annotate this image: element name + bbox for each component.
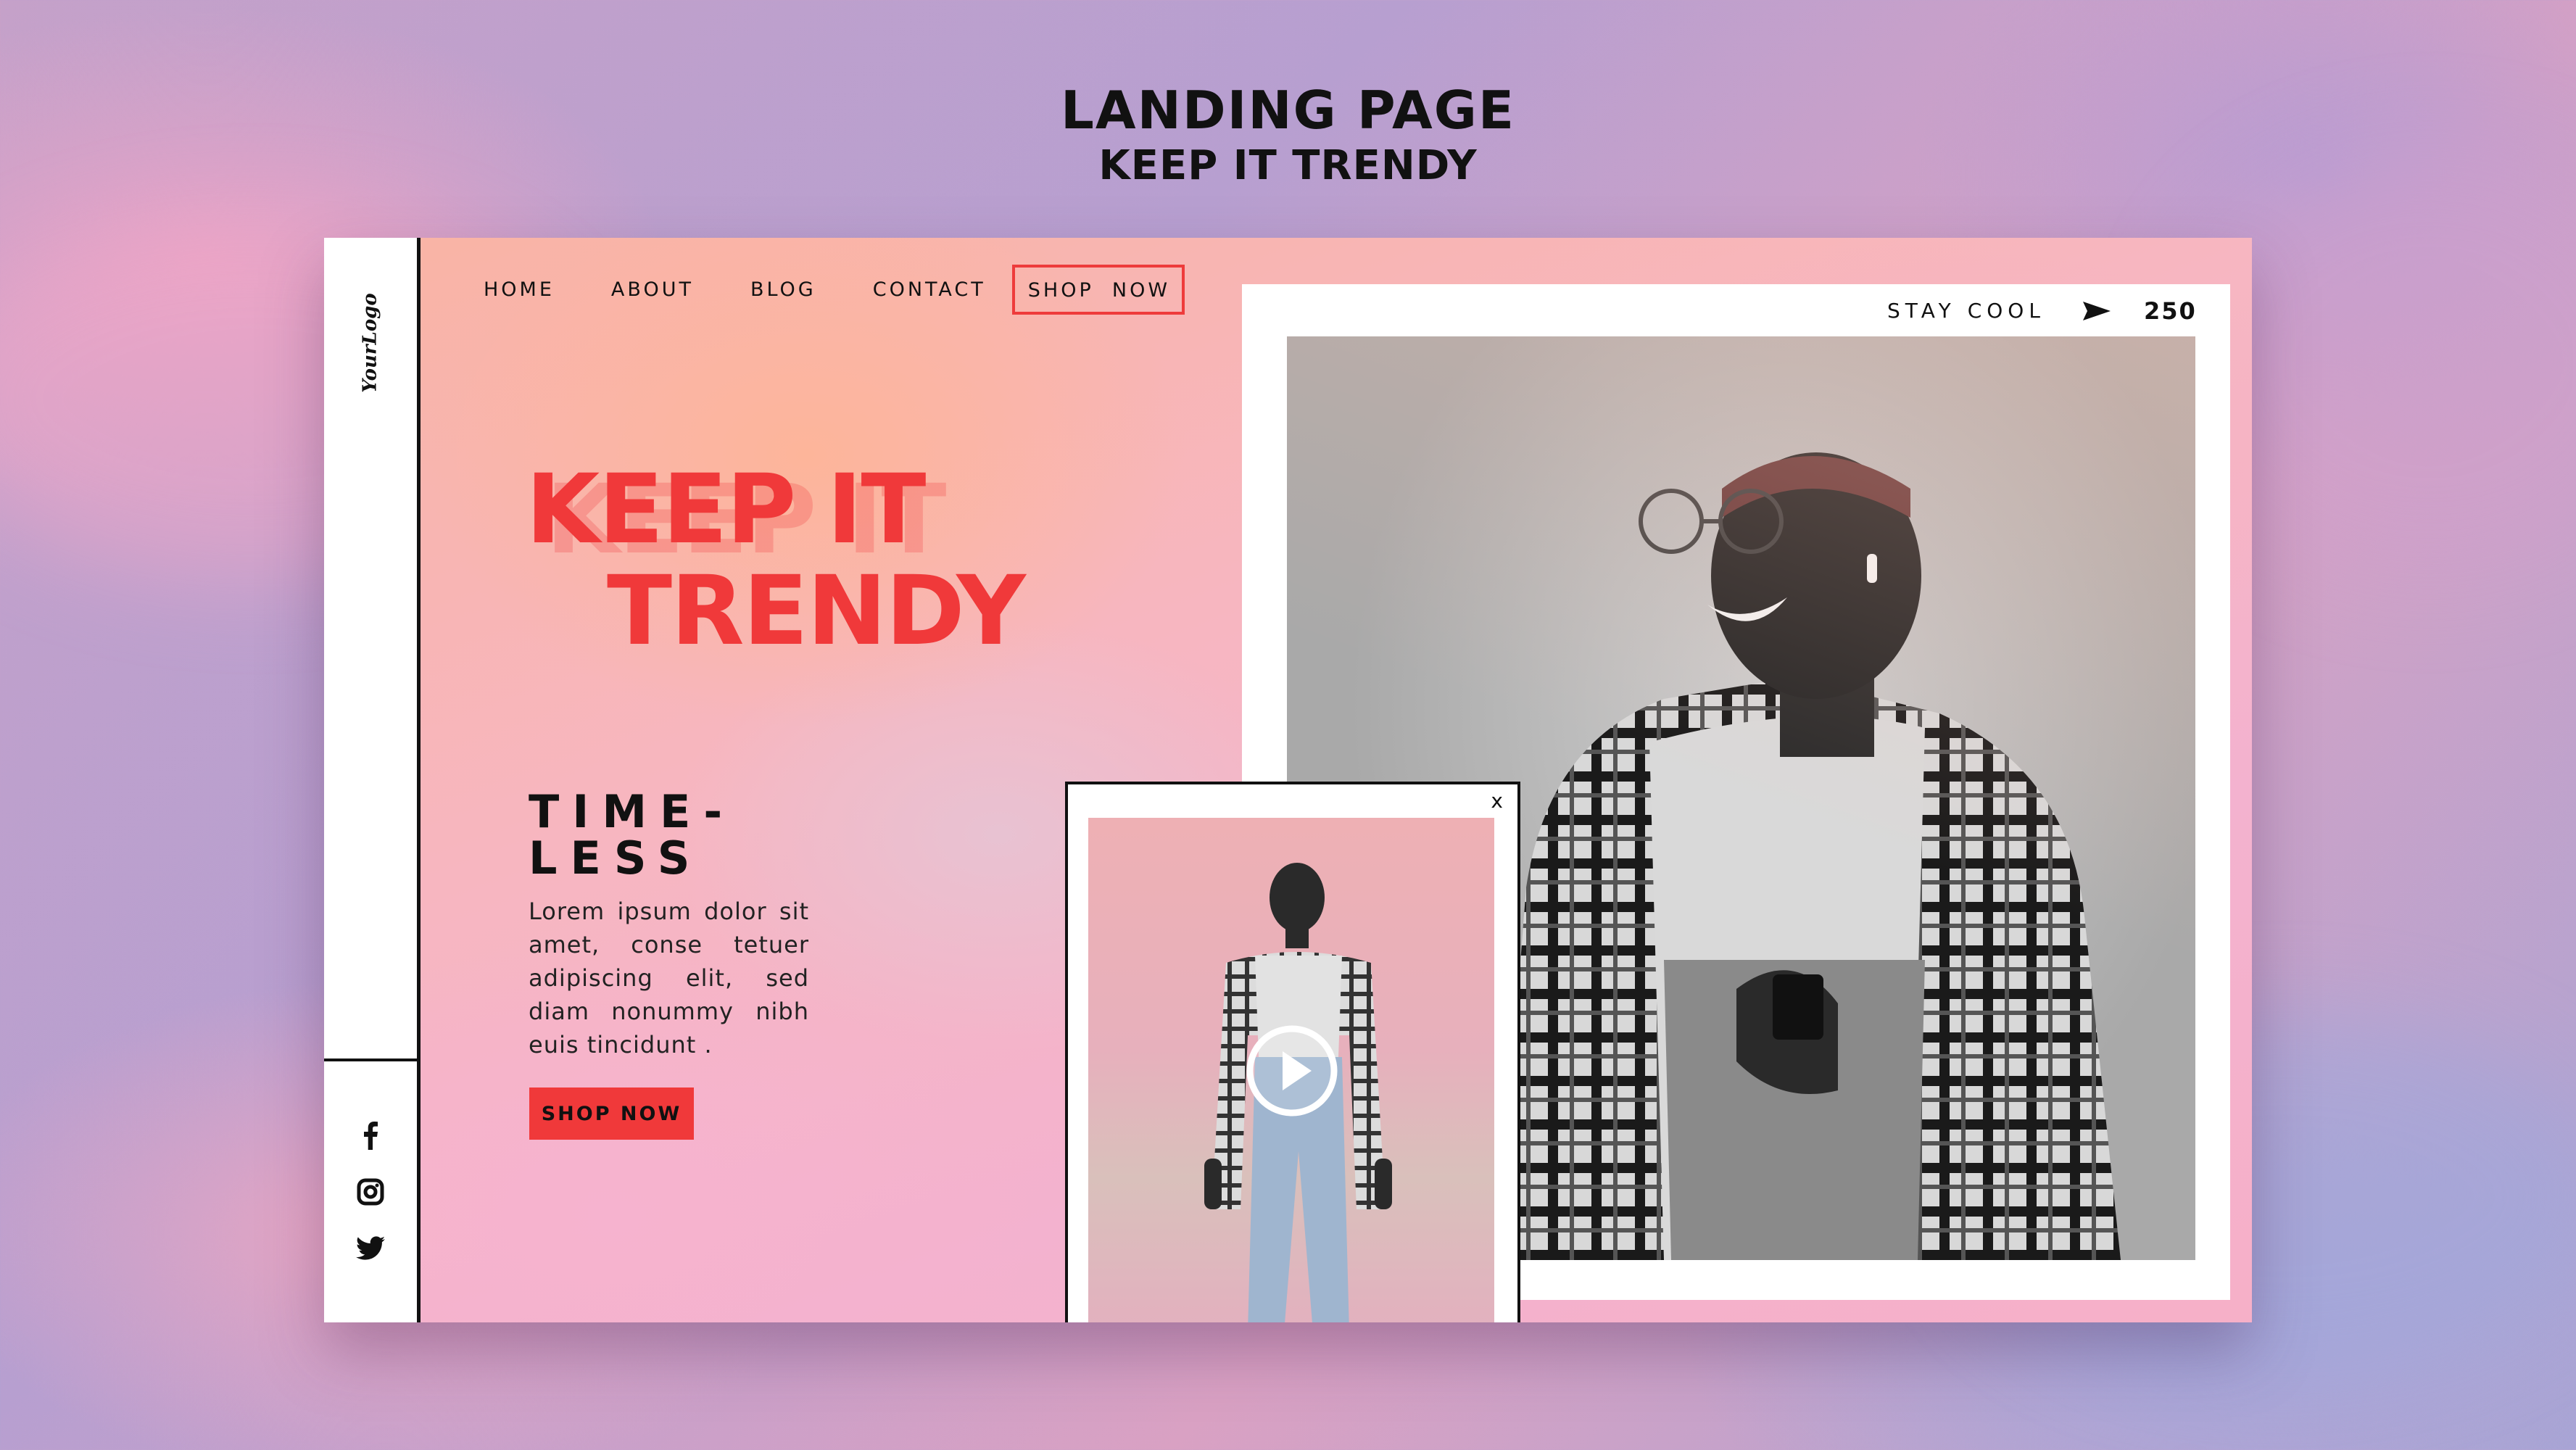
shop-now-nav-button[interactable]: SHOP NOW — [1011, 264, 1185, 315]
landing-card: YourLogo HOME ABOUT BLOG CONTACT SHOP NO… — [324, 238, 2252, 1322]
facebook-icon[interactable] — [355, 1119, 386, 1151]
play-button[interactable] — [1245, 1024, 1339, 1118]
hero-line-1: KEEP IT — [526, 454, 926, 566]
video-popup: x — [1065, 782, 1520, 1322]
top-nav: HOME ABOUT BLOG CONTACT SHOP NOW — [484, 264, 1185, 315]
nav-blog[interactable]: BLOG — [750, 278, 816, 301]
count-value: 250 — [2144, 297, 2197, 325]
instagram-icon[interactable] — [355, 1176, 386, 1208]
video-thumbnail[interactable] — [1088, 818, 1494, 1322]
section-title: TIME- LESS — [529, 785, 736, 884]
flag-icon — [2082, 300, 2113, 322]
nav-home[interactable]: HOME — [484, 278, 555, 301]
hero-line-2: TRENDY — [607, 555, 1026, 667]
section-body: Lorem ipsum dolor sit amet, conse tetuer… — [529, 898, 809, 1058]
stay-cool-label: STAY COOL — [1887, 299, 2045, 323]
nav-about[interactable]: ABOUT — [611, 278, 694, 301]
twitter-icon[interactable] — [355, 1232, 386, 1264]
hero-headline: KEEP IT KEEP IT TRENDY — [526, 454, 1026, 667]
sidebar-divider — [324, 1058, 417, 1061]
nav-contact[interactable]: CONTACT — [873, 278, 986, 301]
page-header: LANDING PAGE KEEP IT TRENDY — [0, 80, 2576, 191]
shop-now-button[interactable]: SHOP NOW — [529, 1088, 694, 1140]
sidebar: YourLogo — [324, 238, 421, 1322]
logo[interactable]: YourLogo — [343, 289, 398, 397]
close-icon[interactable]: x — [1491, 789, 1503, 813]
play-icon — [1246, 1025, 1338, 1116]
page-subtitle: KEEP IT TRENDY — [1098, 142, 1478, 189]
page-title: LANDING PAGE — [1061, 80, 1515, 141]
